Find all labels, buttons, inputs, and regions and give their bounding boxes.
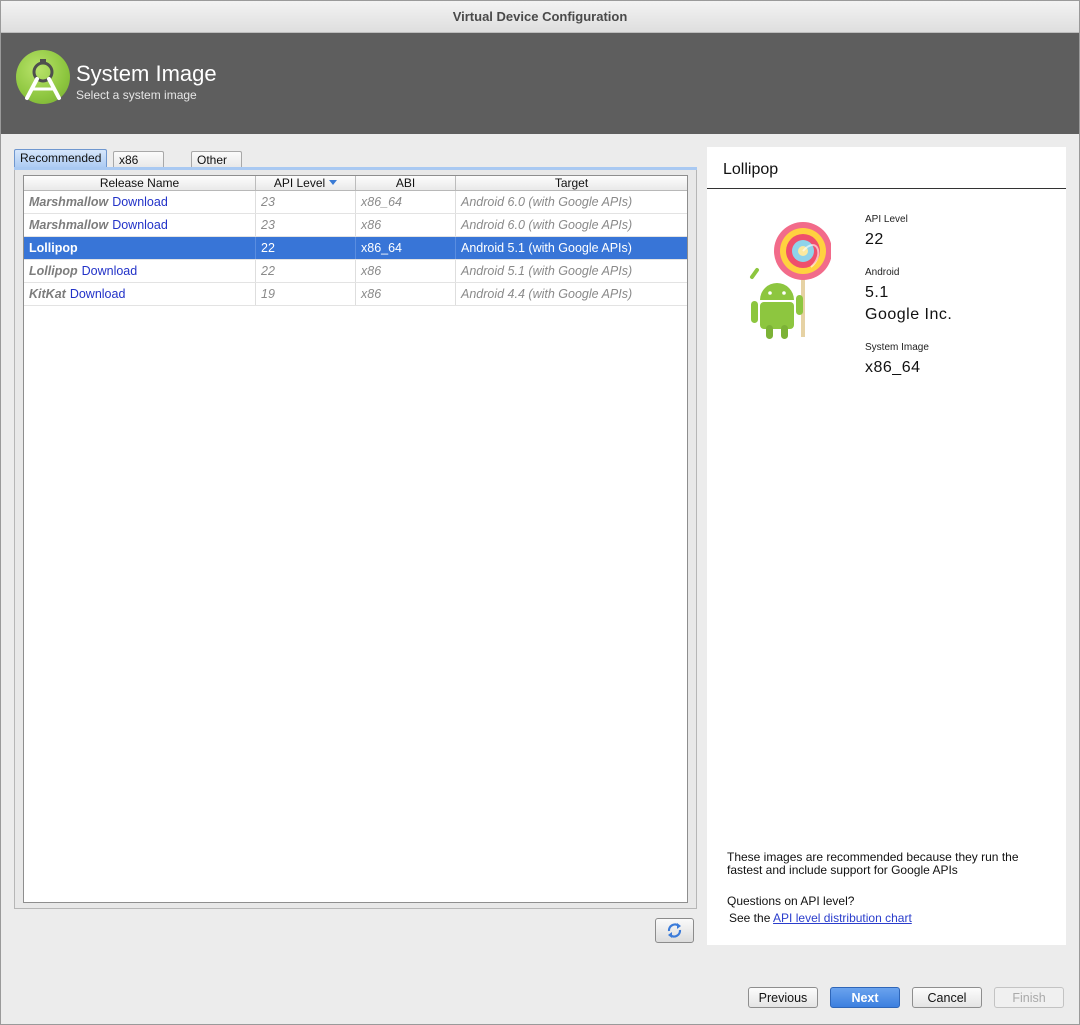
android-version: 5.1 — [865, 284, 889, 301]
download-link[interactable]: Download — [70, 287, 126, 301]
table-row-selected[interactable]: Lollipop 22 x86_64 Android 5.1 (with Goo… — [24, 237, 687, 260]
release-name-cell: Marshmallow Download — [24, 191, 256, 213]
system-image-table: Release Name API Level ABI Target Marshm… — [23, 175, 688, 903]
page-title: System Image — [76, 61, 217, 86]
api-level-cell: 23 — [256, 191, 356, 213]
detail-divider — [707, 188, 1066, 189]
target-cell: Android 6.0 (with Google APIs) — [461, 218, 633, 232]
page-subtitle: Select a system image — [76, 88, 197, 102]
recommendation-note: These images are recommended because the… — [727, 850, 1019, 877]
release-name-cell: Lollipop Download — [24, 260, 256, 282]
api-chart-line: See the API level distribution chart — [729, 912, 1049, 925]
download-link[interactable]: Download — [112, 195, 168, 209]
refresh-button[interactable] — [655, 918, 694, 943]
cancel-button[interactable]: Cancel — [912, 987, 982, 1008]
api-level-cell: 22 — [256, 260, 356, 282]
download-link[interactable]: Download — [82, 264, 138, 278]
api-level-label: API Level — [865, 214, 908, 225]
sort-descending-icon — [329, 180, 338, 185]
api-level-cell: 23 — [256, 214, 356, 236]
abi-cell: x86 — [356, 283, 456, 305]
table-row[interactable]: Marshmallow Download 23 x86 Android 6.0 (… — [24, 214, 687, 237]
api-level-cell: 22 — [256, 237, 356, 259]
table-row[interactable]: Lollipop Download 22 x86 Android 5.1 (wit… — [24, 260, 687, 283]
api-question: Questions on API level? — [727, 894, 855, 908]
api-level-cell: 19 — [256, 283, 356, 305]
lollipop-android-icon — [747, 215, 832, 340]
release-name: Marshmallow — [29, 218, 109, 232]
column-abi[interactable]: ABI — [356, 176, 456, 190]
vendor-value: Google Inc. — [865, 306, 953, 323]
table-row[interactable]: Marshmallow Download 23 x86_64 Android 6.… — [24, 191, 687, 214]
release-name-cell: KitKat Download — [24, 283, 256, 305]
release-name: Lollipop — [29, 241, 78, 255]
android-studio-logo-icon — [16, 50, 70, 104]
tab-recommended[interactable]: Recommended — [14, 149, 108, 169]
detail-title: Lollipop — [723, 161, 779, 178]
column-release-name[interactable]: Release Name — [24, 176, 256, 190]
next-button[interactable]: Next — [830, 987, 900, 1008]
system-image-value: x86_64 — [865, 359, 921, 376]
release-name-cell: Lollipop — [24, 237, 256, 259]
release-name: KitKat — [29, 287, 66, 301]
previous-button[interactable]: Previous — [748, 987, 818, 1008]
release-name: Marshmallow — [29, 195, 109, 209]
api-distribution-chart-link[interactable]: API level distribution chart — [773, 911, 912, 925]
release-name: Lollipop — [29, 264, 78, 278]
system-image-label: System Image — [865, 342, 929, 353]
refresh-icon — [667, 923, 682, 938]
release-name-cell: Marshmallow Download — [24, 214, 256, 236]
abi-cell: x86 — [356, 260, 456, 282]
target-cell: Android 5.1 (with Google APIs) — [461, 241, 632, 255]
column-api-level-label: API Level — [273, 176, 326, 190]
table-row[interactable]: KitKat Download 19 x86 Android 4.4 (with … — [24, 283, 687, 306]
table-header: Release Name API Level ABI Target — [24, 176, 687, 191]
column-api-level[interactable]: API Level — [256, 176, 356, 190]
abi-cell: x86 — [356, 214, 456, 236]
see-prefix: See the — [729, 911, 774, 925]
download-link[interactable]: Download — [112, 218, 168, 232]
android-label: Android — [865, 267, 900, 278]
abi-cell: x86_64 — [356, 237, 456, 259]
finish-button[interactable]: Finish — [994, 987, 1064, 1008]
target-cell: Android 4.4 (with Google APIs) — [461, 287, 633, 301]
target-cell: Android 6.0 (with Google APIs) — [461, 195, 633, 209]
wizard-header: System Image Select a system image — [1, 33, 1079, 134]
abi-cell: x86_64 — [356, 191, 456, 213]
target-cell: Android 5.1 (with Google APIs) — [461, 264, 633, 278]
window-title: Virtual Device Configuration — [1, 1, 1079, 33]
detail-panel: Lollipop API Level 22 Android 5.1 Google… — [707, 147, 1066, 945]
column-target[interactable]: Target — [456, 176, 687, 190]
api-level-value: 22 — [865, 231, 884, 248]
